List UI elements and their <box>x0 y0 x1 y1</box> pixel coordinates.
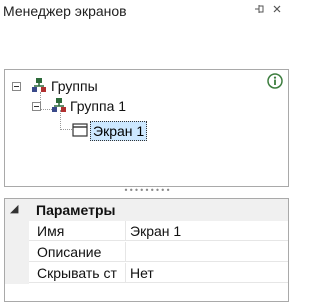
panel-titlebar: Менеджер экранов <box>0 0 293 22</box>
property-row-name[interactable]: Имя Экран 1 <box>5 221 288 242</box>
property-category[interactable]: ◢ Параметры <box>5 199 288 221</box>
property-row-hide[interactable]: Скрывать ст Нет <box>5 263 288 284</box>
property-value[interactable] <box>126 242 288 262</box>
info-icon[interactable] <box>267 73 283 89</box>
property-value[interactable]: Нет <box>126 263 288 283</box>
tree-node-group-1[interactable]: Группа 1 <box>5 96 205 116</box>
tree-node-label: Группа 1 <box>70 98 127 114</box>
close-icon[interactable] <box>270 3 284 17</box>
tree-node-label: Группы <box>51 78 98 94</box>
property-row-description[interactable]: Описание <box>5 242 288 263</box>
property-name: Имя <box>29 221 126 241</box>
pin-icon[interactable] <box>252 3 266 17</box>
collapse-toggle[interactable] <box>12 82 21 91</box>
panel-title: Менеджер экранов <box>3 3 127 19</box>
splitter-handle[interactable]: • • • • • • • • • <box>0 187 293 196</box>
group-icon <box>51 97 67 116</box>
toolbar-area <box>0 22 293 66</box>
screen-window-icon <box>72 122 88 141</box>
chevron-down-icon[interactable]: ◢ <box>10 202 18 215</box>
property-grid: ◢ Параметры Имя Экран 1 Описание Скрыват… <box>4 198 289 302</box>
property-name: Скрывать ст <box>29 263 126 283</box>
tree-node-groups[interactable]: Группы <box>5 76 205 96</box>
tree-node-screen-1[interactable]: Экран 1 <box>5 121 205 141</box>
category-label: Параметры <box>36 202 116 218</box>
collapse-toggle[interactable] <box>32 102 41 111</box>
property-name: Описание <box>29 242 126 262</box>
screen-manager-panel: Менеджер экранов Группы Группа 1 Экран 1… <box>0 0 293 306</box>
screen-tree[interactable]: Группы Группа 1 Экран 1 <box>4 69 289 187</box>
tree-node-label-selected: Экран 1 <box>90 121 148 141</box>
property-value[interactable]: Экран 1 <box>126 221 288 241</box>
group-icon <box>31 77 47 96</box>
